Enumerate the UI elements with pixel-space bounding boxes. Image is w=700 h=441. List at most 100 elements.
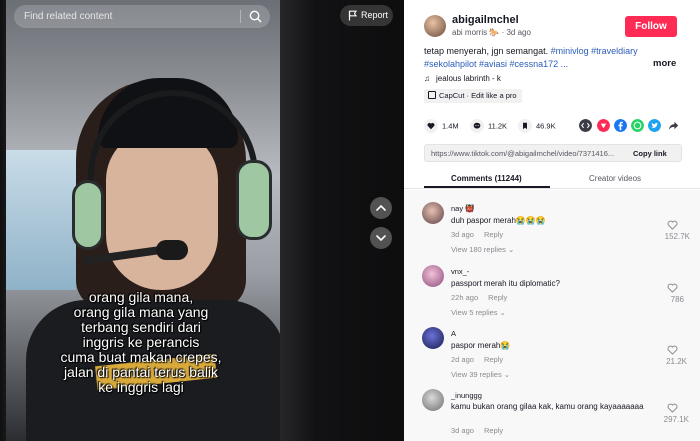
reply-button[interactable]: Reply — [484, 230, 503, 239]
follow-button[interactable]: Follow — [625, 16, 677, 37]
reply-button[interactable]: Reply — [488, 293, 507, 302]
comment-like-count: 152.7K — [664, 232, 690, 241]
commenter-avatar[interactable] — [422, 327, 444, 349]
author-display-name: abi morris — [452, 28, 488, 37]
facebook-icon[interactable] — [614, 119, 627, 132]
view-replies-button[interactable]: View 180 replies ⌄ — [451, 245, 514, 254]
comment-time: 3d ago — [451, 426, 474, 435]
search-divider — [240, 10, 241, 23]
caption-line: ke inggris lagi — [98, 379, 184, 395]
video-caption: orang gila mana, orang gila mana yang te… — [16, 290, 266, 395]
details-panel: abigailmchel abi morris 🐎 · 3d ago Follo… — [404, 0, 700, 441]
reply-button[interactable]: Reply — [484, 426, 503, 435]
author-avatar[interactable] — [424, 15, 446, 37]
bookmark-icon — [518, 119, 532, 133]
commenter-avatar[interactable] — [422, 389, 444, 411]
search-icon[interactable] — [248, 9, 263, 24]
comment-time: 22h ago — [451, 293, 479, 302]
music-title: jealous labrinth - k — [436, 74, 501, 83]
like-stat[interactable]: 1.4M — [424, 119, 459, 133]
tab-comments[interactable]: Comments (11244) — [451, 174, 522, 183]
search-placeholder: Find related content — [24, 11, 113, 22]
twitter-icon[interactable] — [648, 119, 661, 132]
comment-list[interactable]: nay 👹 duh paspor merah😭😭😭 3d ago Reply Vi… — [404, 190, 700, 441]
reply-button[interactable]: Reply — [484, 355, 503, 364]
comment-meta: 22h ago Reply — [451, 293, 507, 302]
window-sky — [6, 150, 76, 290]
commenter-avatar[interactable] — [422, 265, 444, 287]
video-description: tetap menyerah, jgn semangat. #minivlog … — [424, 45, 688, 71]
search-input[interactable]: Find related content — [14, 5, 270, 28]
view-replies-button[interactable]: View 5 replies ⌄ — [451, 308, 506, 317]
comment-meta: 3d ago Reply — [451, 230, 503, 239]
video-url[interactable]: https://www.tiktok.com/@abigailmchel/vid… — [431, 149, 625, 158]
embed-icon[interactable] — [579, 119, 592, 132]
commenter-name[interactable]: nay 👹 — [451, 204, 475, 213]
comment-icon — [470, 119, 484, 133]
flag-icon — [348, 10, 358, 21]
capcut-label: CapCut · Edit like a pro — [439, 91, 517, 100]
comment-meta: 3d ago Reply — [451, 426, 503, 435]
music-link[interactable]: ♫ jealous labrinth - k — [424, 74, 501, 83]
report-label: Report — [361, 10, 389, 20]
comment-text: kamu bukan orang gilaa kak, kamu orang k… — [451, 402, 644, 411]
heart-outline-icon[interactable] — [667, 403, 678, 413]
heart-outline-icon[interactable] — [667, 220, 678, 230]
commenter-avatar[interactable] — [422, 202, 444, 224]
commenter-name[interactable]: _inunggg — [451, 391, 482, 400]
caption-line: orang gila mana, — [88, 289, 194, 305]
chevron-up-icon — [376, 204, 386, 211]
save-count: 46.9K — [536, 121, 556, 131]
previous-video-button[interactable] — [370, 197, 392, 219]
comment-text: duh paspor merah😭😭😭 — [451, 216, 546, 225]
tab-creator-videos[interactable]: Creator videos — [589, 174, 641, 183]
post-time: 3d ago — [506, 28, 531, 37]
tabs-divider — [404, 188, 700, 189]
comment-time: 3d ago — [451, 230, 474, 239]
comment-time: 2d ago — [451, 355, 474, 364]
headset-earcup-left — [72, 180, 104, 250]
heart-outline-icon[interactable] — [667, 283, 678, 293]
pinterest-icon[interactable] — [597, 119, 610, 132]
author-username[interactable]: abigailmchel — [452, 14, 519, 26]
caption-line: inggris ke perancis — [82, 334, 200, 350]
view-replies-button[interactable]: View 39 replies ⌄ — [451, 370, 510, 379]
capcut-badge[interactable]: CapCut · Edit like a pro — [424, 89, 522, 103]
save-stat[interactable]: 46.9K — [518, 119, 556, 133]
subline-separator: · — [501, 28, 505, 37]
music-note-icon: ♫ — [424, 74, 430, 83]
author-name-emoji: 🐎 — [489, 28, 500, 37]
description-text: tetap menyerah, jgn semangat. — [424, 46, 551, 56]
comment-text: paspor merah😭 — [451, 341, 511, 350]
headset-earcup-right — [236, 160, 272, 240]
more-button[interactable]: more — [653, 58, 676, 69]
video-link-box: https://www.tiktok.com/@abigailmchel/vid… — [424, 144, 682, 162]
caption-line: cuma buat makan crepes, — [60, 349, 222, 365]
report-button[interactable]: Report — [340, 5, 393, 26]
caption-line: terbang sendiri dari — [81, 319, 201, 335]
capcut-icon — [428, 91, 436, 99]
next-video-button[interactable] — [370, 227, 392, 249]
heart-outline-icon[interactable] — [667, 345, 678, 355]
caption-line: orang gila mana yang — [73, 304, 209, 320]
chevron-down-icon — [376, 235, 386, 242]
commenter-name[interactable]: vnx_- — [451, 267, 469, 276]
copy-link-button[interactable]: Copy link — [633, 149, 667, 158]
whatsapp-icon[interactable] — [631, 119, 644, 132]
headset-mic — [156, 240, 188, 260]
comment-text: passport merah itu diplomatic? — [451, 279, 560, 288]
hashtags-line-1[interactable]: #minivlog #traveldiary — [551, 46, 638, 56]
comment-like-count: 297.1K — [663, 415, 689, 424]
author-subline: abi morris 🐎 · 3d ago — [452, 28, 531, 37]
comment-stat[interactable]: 11.2K — [470, 119, 507, 133]
like-count: 1.4M — [442, 121, 459, 131]
heart-icon — [424, 119, 438, 133]
caption-line: jalan di pantai terus balik — [63, 364, 219, 380]
comment-like-count: 21.2K — [666, 357, 687, 366]
commenter-name[interactable]: A — [451, 329, 456, 338]
comment-meta: 2d ago Reply — [451, 355, 503, 364]
comment-count: 11.2K — [488, 121, 508, 131]
share-arrow-icon[interactable] — [667, 119, 680, 132]
hashtags-line-2[interactable]: #sekolahpilot #aviasi #cessna172 ... — [424, 59, 568, 69]
video-player[interactable]: orang gila mana, orang gila mana yang te… — [0, 0, 404, 441]
